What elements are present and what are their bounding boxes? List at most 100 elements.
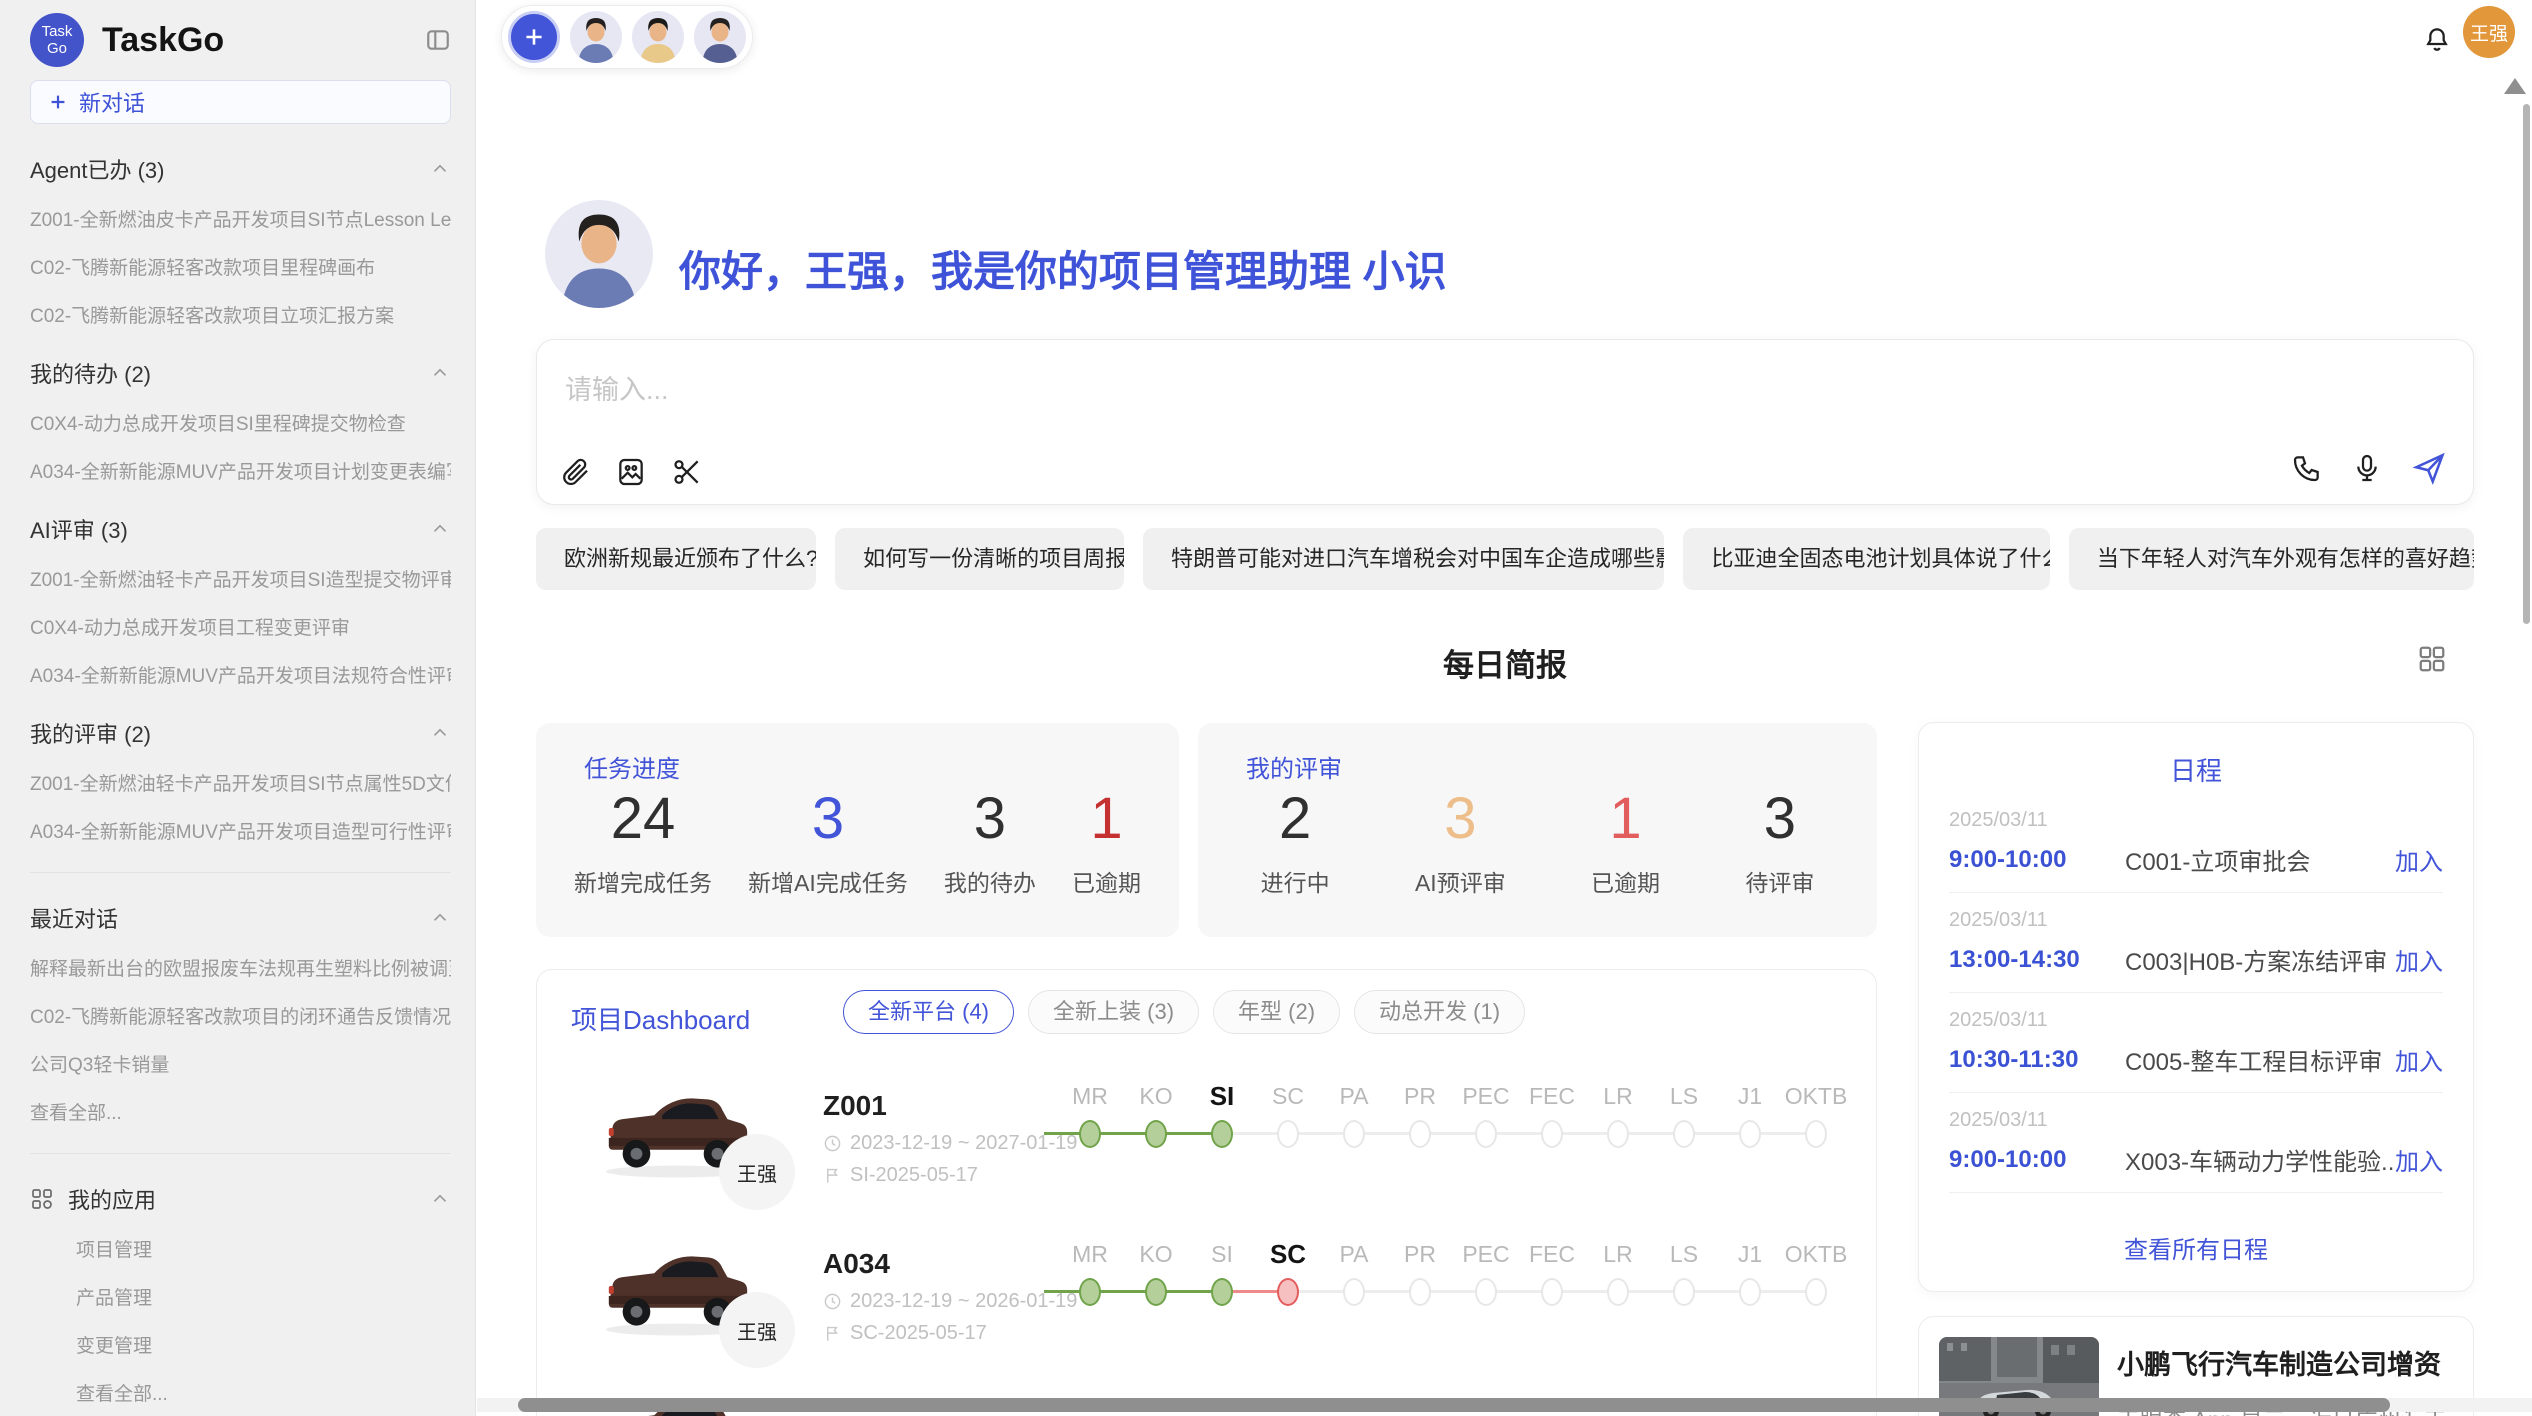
suggestion-chip[interactable]: 欧洲新规最近颁布了什么? xyxy=(536,528,816,590)
attachment-icon[interactable] xyxy=(559,456,591,488)
sidebar-section-my-apps[interactable]: 我的应用 xyxy=(30,1184,451,1214)
new-chat-button[interactable]: 新对话 xyxy=(30,80,451,124)
milestone-node[interactable] xyxy=(1079,1278,1101,1306)
sidebar-item[interactable]: Z001-全新燃油轻卡产品开发项目SI节点属性5D文件评审 xyxy=(30,769,451,796)
my-app-item[interactable]: 变更管理 xyxy=(76,1331,451,1358)
sidebar-section-1[interactable]: 我的待办 (2) xyxy=(30,358,451,388)
sidebar-item[interactable]: A034-全新新能源MUV产品开发项目法规符合性评审 xyxy=(30,661,451,688)
sidebar-item[interactable]: Z001-全新燃油轻卡产品开发项目SI造型提交物评审 xyxy=(30,565,451,592)
milestone-label: PA xyxy=(1321,1234,1387,1274)
milestone-node[interactable] xyxy=(1409,1278,1431,1306)
milestone: FEC xyxy=(1519,1076,1585,1160)
image-upload-icon[interactable] xyxy=(615,456,647,488)
suggestion-chip[interactable]: 如何写一份清晰的项目周报 xyxy=(835,528,1124,590)
sidebar-item[interactable]: C02-飞腾新能源轻客改款项目里程碑画布 xyxy=(30,253,451,280)
milestone-node[interactable] xyxy=(1343,1278,1365,1306)
suggestion-chip[interactable]: 特朗普可能对进口汽车增税会对中国车企造成哪些影响 xyxy=(1143,528,1665,590)
chevron-up-icon[interactable] xyxy=(429,362,451,384)
recent-chat-item[interactable]: C02-飞腾新能源轻客改款项目的闭环通告反馈情况 xyxy=(30,1002,451,1029)
chevron-up-icon[interactable] xyxy=(429,1188,451,1210)
chevron-up-icon[interactable] xyxy=(429,158,451,180)
dashboard-tab[interactable]: 全新平台 (4) xyxy=(843,990,1014,1034)
dashboard-tab[interactable]: 全新上装 (3) xyxy=(1028,990,1199,1034)
milestone-node[interactable] xyxy=(1277,1120,1299,1148)
milestone: SC xyxy=(1255,1076,1321,1160)
milestone-node[interactable] xyxy=(1145,1278,1167,1306)
sidebar-item[interactable]: Z001-全新燃油皮卡产品开发项目SI节点Lesson Learn报告 xyxy=(30,205,451,232)
chevron-up-icon[interactable] xyxy=(429,518,451,540)
vertical-scrollbar-up-arrow[interactable] xyxy=(2504,78,2526,94)
suggestion-chip[interactable]: 当下年轻人对汽车外观有怎样的喜好趋势 xyxy=(2069,528,2474,590)
milestone-node[interactable] xyxy=(1805,1278,1827,1306)
milestone-node[interactable] xyxy=(1079,1120,1101,1148)
sidebar-section-1-title: 我的待办 (2) xyxy=(30,357,429,389)
sidebar-section-0[interactable]: Agent已办 (3) xyxy=(30,154,451,184)
milestone-node[interactable] xyxy=(1541,1120,1563,1148)
chat-input-card[interactable]: 请输入... xyxy=(536,339,2474,505)
assistant-avatar-3[interactable] xyxy=(694,11,746,63)
dashboard-tab[interactable]: 动总开发 (1) xyxy=(1354,990,1525,1034)
assistant-avatar-1[interactable] xyxy=(570,11,622,63)
recent-chat-item[interactable]: 公司Q3轻卡销量 xyxy=(30,1050,451,1077)
milestone-label: SI xyxy=(1189,1076,1255,1116)
milestone-node[interactable] xyxy=(1739,1120,1761,1148)
milestone-node[interactable] xyxy=(1343,1120,1365,1148)
view-all-schedule-link[interactable]: 查看所有日程 xyxy=(1919,1230,2473,1265)
microphone-icon[interactable] xyxy=(2351,452,2383,484)
notification-bell-icon[interactable] xyxy=(2421,24,2453,56)
join-button[interactable]: 加入 xyxy=(2395,1042,2443,1077)
sidebar-item[interactable]: A034-全新新能源MUV产品开发项目计划变更表编写 xyxy=(30,457,451,484)
sidebar-item[interactable]: C0X4-动力总成开发项目工程变更评审 xyxy=(30,613,451,640)
milestone-node[interactable] xyxy=(1805,1120,1827,1148)
milestone-node[interactable] xyxy=(1145,1120,1167,1148)
sidebar-item[interactable]: C02-飞腾新能源轻客改款项目立项汇报方案 xyxy=(30,301,451,328)
milestone-node[interactable] xyxy=(1475,1120,1497,1148)
milestone-node[interactable] xyxy=(1409,1120,1431,1148)
chevron-up-icon[interactable] xyxy=(429,722,451,744)
suggestion-chip[interactable]: 比亚迪全固态电池计划具体说了什么 xyxy=(1683,528,2049,590)
assistant-avatar-2[interactable] xyxy=(632,11,684,63)
milestone-node[interactable] xyxy=(1673,1278,1695,1306)
horizontal-scrollbar-thumb[interactable] xyxy=(518,1398,2390,1412)
user-avatar[interactable]: 王强 xyxy=(2463,6,2515,58)
milestone-node[interactable] xyxy=(1475,1278,1497,1306)
dashboard-tab[interactable]: 年型 (2) xyxy=(1213,990,1340,1034)
join-button[interactable]: 加入 xyxy=(2395,842,2443,877)
sidebar-item[interactable]: A034-全新新能源MUV产品开发项目造型可行性评审 xyxy=(30,817,451,844)
sidebar-section-2[interactable]: AI评审 (3) xyxy=(30,514,451,544)
my-app-item[interactable]: 查看全部... xyxy=(76,1379,451,1406)
add-assistant-button[interactable] xyxy=(508,11,560,63)
recent-chat-item[interactable]: 解释最新出台的欧盟报废车法规再生塑料比例被调至15%... xyxy=(30,954,451,981)
sidebar-section-3-title: 我的评审 (2) xyxy=(30,717,429,749)
sidebar-section-3[interactable]: 我的评审 (2) xyxy=(30,718,451,748)
milestone-node[interactable] xyxy=(1607,1120,1629,1148)
vertical-scrollbar-thumb[interactable] xyxy=(2523,104,2530,624)
recent-chat-item[interactable]: 查看全部... xyxy=(30,1098,451,1125)
milestone-node[interactable] xyxy=(1673,1120,1695,1148)
join-button[interactable]: 加入 xyxy=(2395,942,2443,977)
scissors-icon[interactable] xyxy=(671,456,703,488)
collapse-sidebar-icon[interactable] xyxy=(425,27,451,53)
milestone-node[interactable] xyxy=(1211,1278,1233,1306)
stat-item: 24新增完成任务 xyxy=(574,785,712,898)
stat-label: 新增AI完成任务 xyxy=(748,864,908,898)
join-button[interactable]: 加入 xyxy=(2395,1142,2443,1177)
milestone-node[interactable] xyxy=(1211,1120,1233,1148)
my-app-item[interactable]: 产品管理 xyxy=(76,1283,451,1310)
my-app-item[interactable]: 项目管理 xyxy=(76,1235,451,1262)
milestone-node[interactable] xyxy=(1739,1278,1761,1306)
milestone-node[interactable] xyxy=(1541,1278,1563,1306)
chevron-up-icon[interactable] xyxy=(429,907,451,929)
milestone: PEC xyxy=(1453,1234,1519,1318)
sidebar-item[interactable]: C0X4-动力总成开发项目SI里程碑提交物检查 xyxy=(30,409,451,436)
project-code[interactable]: A034 xyxy=(823,1248,890,1280)
milestone-node[interactable] xyxy=(1607,1278,1629,1306)
project-code[interactable]: Z001 xyxy=(823,1090,887,1122)
logo-line1: Task xyxy=(42,23,73,40)
milestone-node[interactable] xyxy=(1277,1278,1299,1306)
send-icon[interactable] xyxy=(2411,450,2447,486)
sidebar-section-recent[interactable]: 最近对话 xyxy=(30,903,451,933)
milestone-connector xyxy=(1232,1132,1278,1135)
voice-call-icon[interactable] xyxy=(2291,452,2323,484)
layout-grid-icon[interactable] xyxy=(2417,644,2447,674)
